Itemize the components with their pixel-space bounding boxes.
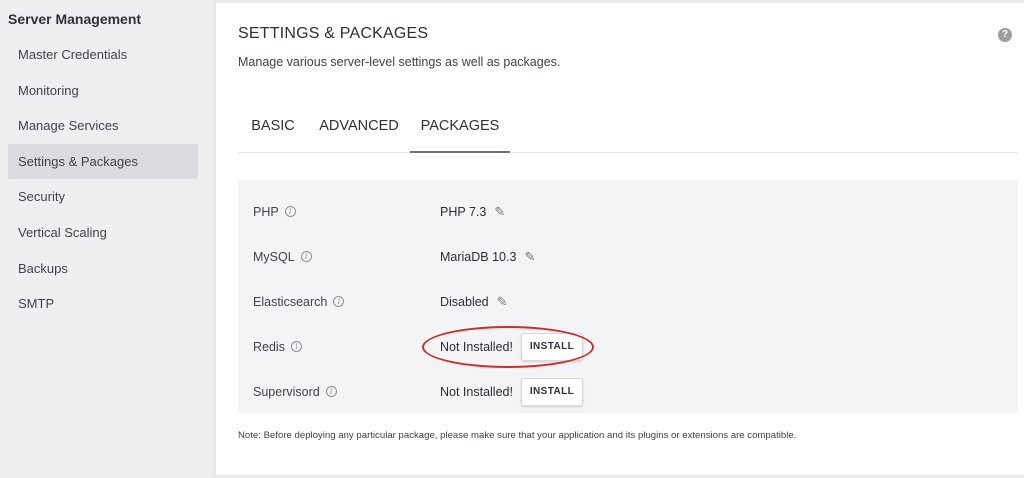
package-row-php: PHP i PHP 7.3 ✎ — [238, 190, 1018, 235]
tab-advanced[interactable]: ADVANCED — [312, 107, 406, 153]
package-status: Not Installed! — [440, 340, 513, 354]
package-name: Elasticsearch i — [253, 280, 345, 325]
info-icon[interactable]: i — [300, 251, 312, 263]
packages-table: PHP i PHP 7.3 ✎ MySQL i MariaDB 10.3 ✎ Elast… — [238, 180, 1018, 413]
package-name-label: Elasticsearch — [253, 295, 328, 309]
package-name: Redis i — [253, 325, 302, 370]
package-value: PHP 7.3 ✎ — [440, 190, 505, 235]
sidebar-nav: Master Credentials Monitoring Manage Ser… — [8, 37, 198, 322]
info-icon[interactable]: i — [333, 296, 345, 308]
package-name-label: MySQL — [253, 250, 295, 264]
page-subtitle: Manage various server-level settings as … — [238, 55, 561, 69]
tab-packages[interactable]: PACKAGES — [410, 107, 510, 153]
page-title: SETTINGS & PACKAGES — [238, 25, 429, 42]
sidebar-item-vertical-scaling[interactable]: Vertical Scaling — [8, 215, 198, 251]
redis-install-button[interactable]: INSTALL — [521, 333, 583, 361]
package-name-label: Supervisord — [253, 385, 320, 399]
package-value-label: Disabled — [440, 295, 489, 309]
info-icon[interactable]: i — [290, 341, 302, 353]
package-row-redis: Redis i Not Installed! INSTALL — [238, 325, 1018, 370]
tab-basic[interactable]: BASIC — [238, 107, 308, 153]
package-name-label: Redis — [253, 340, 285, 354]
package-row-supervisord: Supervisord i Not Installed! INSTALL — [238, 370, 1018, 415]
sidebar-item-monitoring[interactable]: Monitoring — [8, 73, 198, 109]
tab-bar: BASIC ADVANCED PACKAGES — [238, 107, 1018, 153]
info-icon[interactable]: i — [325, 386, 337, 398]
package-name: MySQL i — [253, 235, 312, 280]
sidebar-title: Server Management — [8, 11, 142, 27]
package-status: Not Installed! — [440, 385, 513, 399]
package-value: MariaDB 10.3 ✎ — [440, 235, 535, 280]
pencil-icon[interactable]: ✎ — [494, 189, 505, 234]
package-name-label: PHP — [253, 205, 279, 219]
info-icon[interactable]: i — [284, 206, 296, 218]
main-panel: SETTINGS & PACKAGES Manage various serve… — [215, 3, 1024, 475]
sidebar-item-smtp[interactable]: SMTP — [8, 286, 198, 322]
sidebar-item-manage-services[interactable]: Manage Services — [8, 108, 198, 144]
sidebar: Server Management Master Credentials Mon… — [0, 0, 212, 478]
package-row-elasticsearch: Elasticsearch i Disabled ✎ — [238, 280, 1018, 325]
package-value: Disabled ✎ — [440, 280, 508, 325]
package-name: PHP i — [253, 190, 296, 235]
pencil-icon[interactable]: ✎ — [524, 234, 535, 279]
package-row-mysql: MySQL i MariaDB 10.3 ✎ — [238, 235, 1018, 280]
sidebar-item-settings-packages[interactable]: Settings & Packages — [8, 143, 198, 180]
question-circle-icon[interactable]: ? — [998, 28, 1012, 42]
compatibility-note: Note: Before deploying any particular pa… — [238, 430, 797, 441]
sidebar-item-security[interactable]: Security — [8, 179, 198, 215]
package-value-label: MariaDB 10.3 — [440, 250, 517, 264]
pencil-icon[interactable]: ✎ — [497, 279, 508, 324]
package-name: Supervisord i — [253, 370, 337, 415]
sidebar-item-backups[interactable]: Backups — [8, 251, 198, 287]
package-value-label: PHP 7.3 — [440, 205, 487, 219]
sidebar-item-master-credentials[interactable]: Master Credentials — [8, 37, 198, 73]
supervisord-install-button[interactable]: INSTALL — [521, 378, 583, 406]
